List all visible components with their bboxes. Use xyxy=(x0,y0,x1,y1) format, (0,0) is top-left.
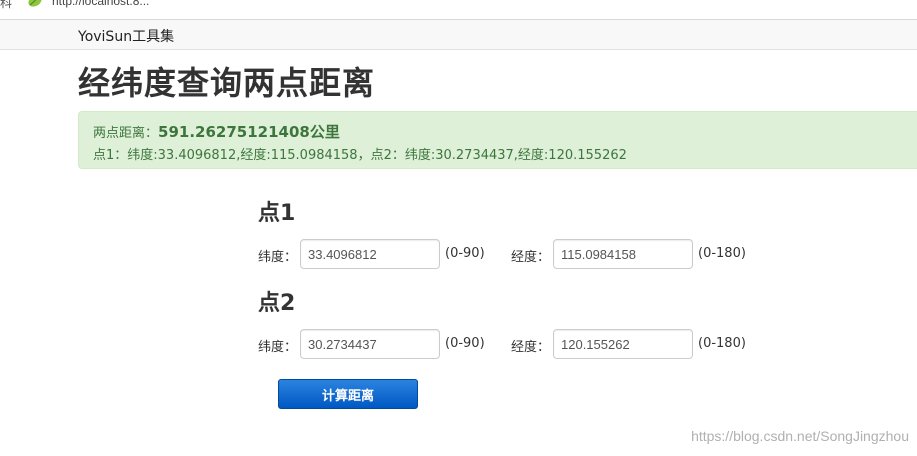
result-detail: 点1：纬度:33.4096812,经度:115.0984158，点2：纬度:30… xyxy=(93,148,627,163)
address-bar-url[interactable]: http://localhost:8... xyxy=(52,0,149,8)
point2-lat-label: 纬度： xyxy=(258,340,298,355)
point1-lat-range: (0-90) xyxy=(445,246,485,261)
point1-lat-input[interactable] xyxy=(300,239,440,269)
calculate-distance-button[interactable]: 计算距离 xyxy=(278,379,418,409)
point2-lat-range: (0-90) xyxy=(445,336,485,351)
point1-lng-range: (0-180) xyxy=(698,246,746,261)
point2-lng-range: (0-180) xyxy=(698,336,746,351)
point2-heading: 点2 xyxy=(258,291,296,316)
distance-value: 591.26275121408公里 xyxy=(158,123,340,141)
clipped-tab-text: 科 xyxy=(0,0,13,10)
leaf-icon xyxy=(27,0,43,9)
point2-lat-input[interactable] xyxy=(300,329,440,359)
point1-lat-label: 纬度： xyxy=(258,250,298,265)
page: 科 http://localhost:8... YoviSun工具集 经纬度查询… xyxy=(0,0,917,456)
result-alert: 两点距离：591.26275121408公里 点1：纬度:33.4096812,… xyxy=(78,111,917,169)
point1-lng-label: 经度： xyxy=(511,250,551,265)
browser-address-strip: 科 http://localhost:8... xyxy=(0,0,917,19)
distance-line: 两点距离：591.26275121408公里 xyxy=(93,121,340,142)
point2-lng-input[interactable] xyxy=(553,329,693,359)
navbar-brand-link[interactable]: YoviSun工具集 xyxy=(78,26,174,46)
page-title: 经纬度查询两点距离 xyxy=(78,64,376,102)
point1-heading: 点1 xyxy=(258,201,296,226)
navbar: YoviSun工具集 xyxy=(0,19,917,50)
point1-lng-input[interactable] xyxy=(553,239,693,269)
watermark-text: https://blog.csdn.net/SongJingzhou xyxy=(691,428,909,444)
point2-lng-label: 经度： xyxy=(511,340,551,355)
distance-label: 两点距离： xyxy=(93,126,159,141)
